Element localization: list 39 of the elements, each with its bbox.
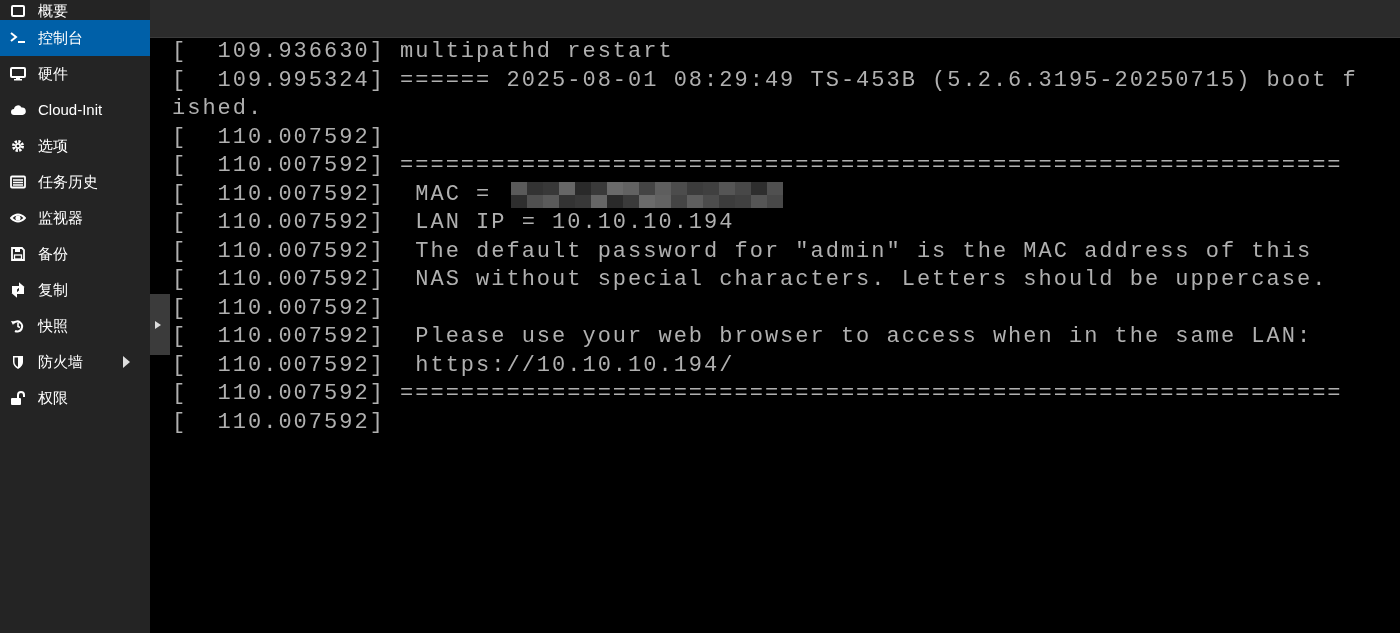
sidebar-item[interactable]: 任务历史 xyxy=(0,164,150,200)
console-line: [ 110.007592] The default password for "admin" is the MAC address of this xyxy=(172,237,1313,266)
sidebar-item[interactable]: 监视器 xyxy=(0,200,150,236)
console-line: [ 110.007592] ============================================================== xyxy=(172,380,1343,408)
console-line: [ 110.007592] xyxy=(172,294,385,323)
sidebar-item[interactable]: 复制 xyxy=(0,272,150,308)
console-line: [ 109.995324] ====== 2025-08-01 08:29:49 TS-453B (5.2.6.3195-20250715) boot f xyxy=(172,66,1358,95)
collapse-handle[interactable] xyxy=(150,294,170,355)
console-line: [ 110.007592] xyxy=(172,123,385,152)
console-line: [ 110.007592] https://10.10.10.194/ xyxy=(172,351,735,380)
console-line: [ 110.007592] Please use your web browser to access when in the same LAN: xyxy=(172,323,1313,351)
list-icon xyxy=(10,174,26,190)
sidebar-item[interactable]: 快照 xyxy=(0,308,150,344)
console-line: [ 110.007592] xyxy=(172,408,385,437)
shield-icon xyxy=(10,354,26,370)
sidebar-item[interactable]: 硬件 xyxy=(0,56,150,92)
console-line: [ 110.007592] LAN IP = 10.10.10.194 xyxy=(172,209,735,237)
console-line: [ 110.007592] MAC = xyxy=(172,180,492,209)
repeat-icon xyxy=(10,282,26,298)
sidebar-item[interactable]: 选项 xyxy=(0,128,150,164)
monitor-icon xyxy=(10,66,26,82)
sidebar-item[interactable]: 控制台 xyxy=(0,20,150,56)
console-line: [ 110.007592] NAS without special characters. Letters should be uppercase. xyxy=(172,266,1328,294)
sidebar-item[interactable]: Cloud-Init xyxy=(0,92,150,128)
console-line: [ 110.007592] ============================================================== xyxy=(172,152,1343,180)
expand-caret-icon[interactable] xyxy=(123,356,130,368)
caret-icon xyxy=(155,320,161,329)
settings-icon xyxy=(10,138,26,154)
cloud-icon xyxy=(10,102,26,118)
unlock-icon xyxy=(10,390,26,406)
sidebar-item[interactable]: 概要 xyxy=(0,0,150,20)
history-icon xyxy=(10,318,26,334)
sidebar-item[interactable]: 权限 xyxy=(0,380,150,416)
terminal-icon xyxy=(10,30,26,46)
console-line: [ 109.936630] multipathd restart xyxy=(172,38,674,66)
dashboard-icon xyxy=(10,3,26,19)
console-line: ished. xyxy=(172,95,264,123)
sidebar-item[interactable]: 防火墙 xyxy=(0,344,150,380)
sidebar-item[interactable]: 备份 xyxy=(0,236,150,272)
